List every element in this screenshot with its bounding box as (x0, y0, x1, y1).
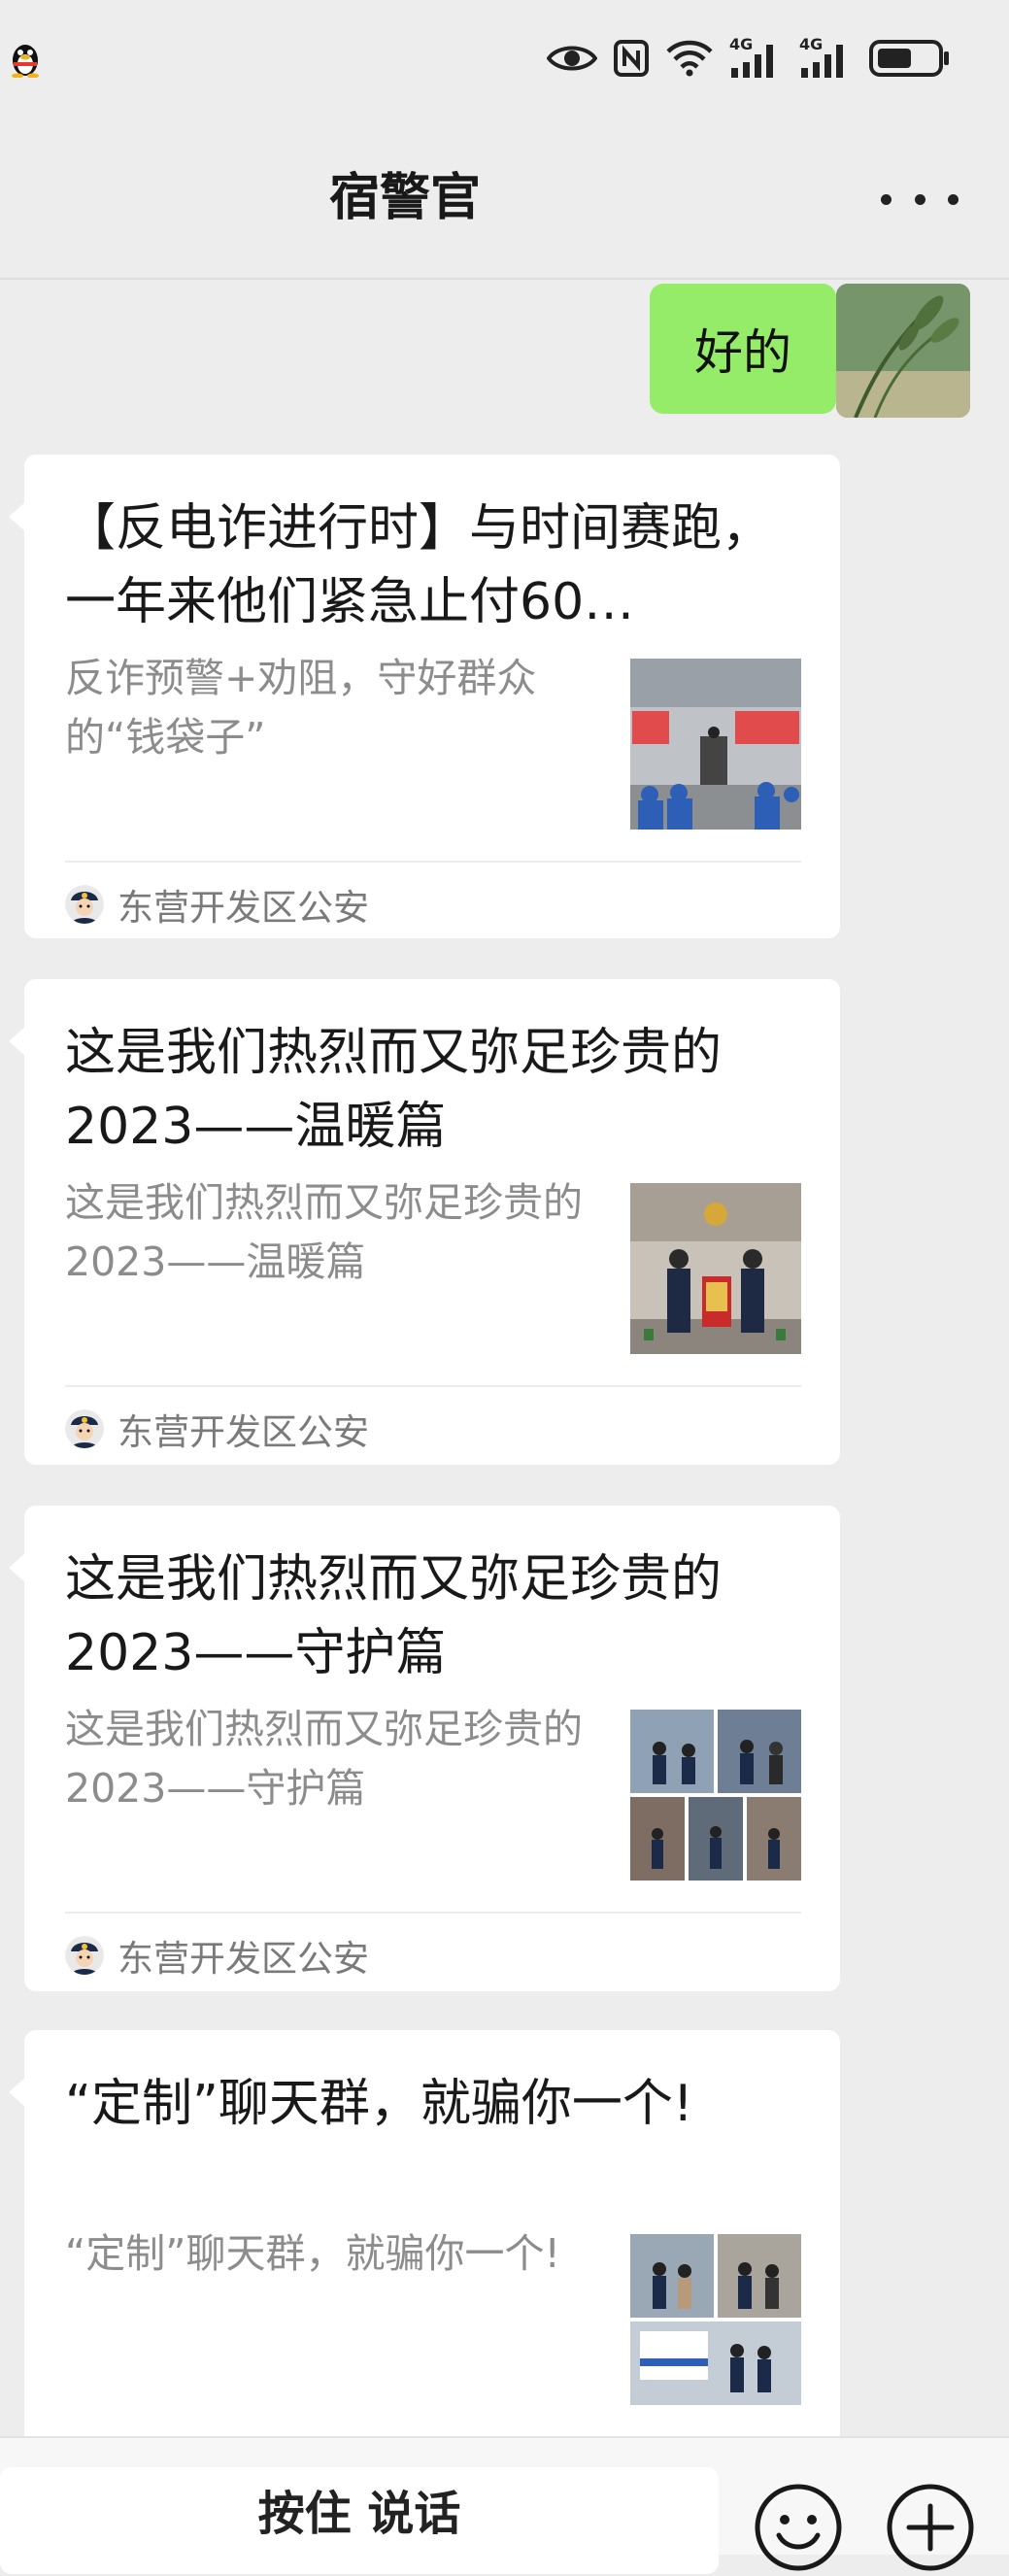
article-source: 东营开发区公安 (65, 874, 369, 934)
status-bar: 4G 4G (0, 0, 1009, 117)
battery-icon (869, 39, 951, 78)
article-source: 东营开发区公安 (65, 1925, 369, 1985)
article-title: “定制”聊天群，就骗你一个! (65, 2075, 693, 2133)
article-source-name: 东营开发区公安 (118, 887, 369, 929)
article-source: 东营开发区公安 (65, 1399, 369, 1459)
signal-4g-icon: 4G (729, 37, 784, 80)
my-avatar[interactable] (836, 284, 970, 418)
qq-penguin-icon (8, 39, 43, 79)
emoji-icon[interactable] (754, 2483, 843, 2572)
article-card[interactable]: 这是我们热烈而又弥足珍贵的2023——守护篇 这是我们热烈而又弥足珍贵的2023… (9, 1506, 840, 1991)
input-bar: 按住 说话 (0, 2436, 1009, 2574)
sent-message-bubble[interactable]: 好的 (650, 284, 852, 414)
article-title: 这是我们热烈而又弥足珍贵的2023——守护篇 (65, 1550, 723, 1682)
card-divider (65, 861, 801, 863)
sent-message-text: 好的 (694, 324, 791, 381)
article-thumbnail (630, 1183, 801, 1354)
chat-area[interactable]: 好的 【反电诈进行时】与时间赛跑，一年来他们紧急止付60… 反诈预警+劝阻，守好… (0, 280, 1009, 2436)
wifi-icon (665, 39, 714, 78)
article-card[interactable]: “定制”聊天群，就骗你一个! “定制”聊天群，就骗你一个! (9, 2030, 840, 2436)
status-icons: 4G 4G (547, 33, 951, 84)
article-card[interactable]: 这是我们热烈而又弥足珍贵的2023——温暖篇 这是我们热烈而又弥足珍贵的2023… (9, 979, 840, 1465)
article-thumbnail (630, 659, 801, 830)
eye-icon (547, 42, 597, 75)
article-title: 【反电诈进行时】与时间赛跑，一年来他们紧急止付60… (65, 499, 773, 631)
article-source-name: 东营开发区公安 (118, 1411, 369, 1453)
more-dots-icon[interactable] (881, 175, 959, 223)
plus-icon[interactable] (886, 2483, 975, 2572)
signal-4g-icon: 4G (799, 37, 854, 80)
article-thumbnail (630, 1710, 801, 1881)
article-description: 这是我们热烈而又弥足珍贵的2023——守护篇 (65, 1706, 583, 1812)
article-card[interactable]: 【反电诈进行时】与时间赛跑，一年来他们紧急止付60… 反诈预警+劝阻，守好群众的… (9, 455, 840, 938)
hold-to-talk-button[interactable]: 按住 说话 (0, 2467, 719, 2574)
article-description: “定制”聊天群，就骗你一个! (65, 2230, 560, 2277)
card-divider (65, 1912, 801, 1914)
article-description: 反诈预警+劝阻，守好群众的“钱袋子” (65, 655, 537, 761)
article-title: 这是我们热烈而又弥足珍贵的2023——温暖篇 (65, 1024, 723, 1156)
chat-title: 宿警官 (328, 169, 481, 227)
card-divider (65, 1385, 801, 1387)
chat-header: 宿警官 (0, 117, 1009, 280)
article-thumbnail (630, 2234, 801, 2405)
police-avatar-icon (65, 885, 104, 924)
police-avatar-icon (65, 1936, 104, 1975)
nfc-icon (613, 39, 650, 78)
article-source-name: 东营开发区公安 (118, 1938, 369, 1980)
article-description: 这是我们热烈而又弥足珍贵的2023——温暖篇 (65, 1179, 583, 1285)
police-avatar-icon (65, 1409, 104, 1448)
